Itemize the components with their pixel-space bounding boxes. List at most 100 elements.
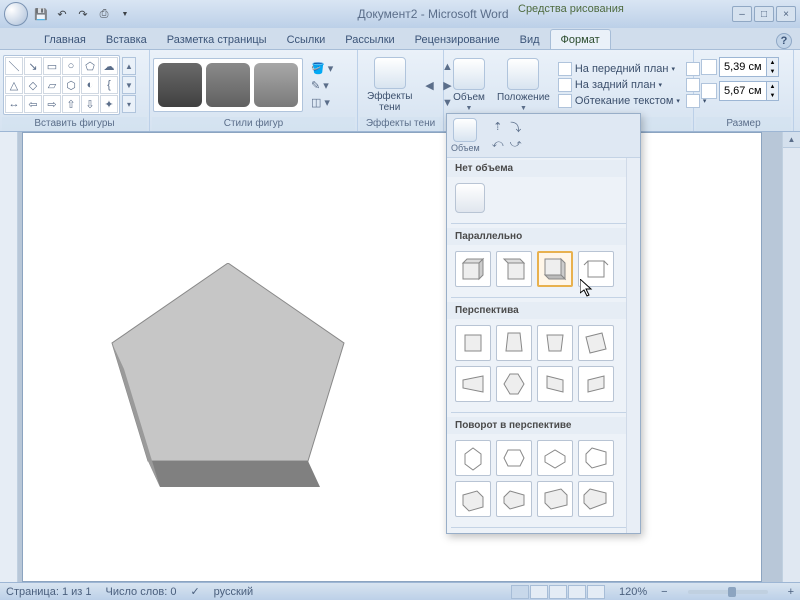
text-wrapping-button[interactable]: Обтекание текстом▾ [558, 94, 680, 108]
tab-review[interactable]: Рецензирование [405, 30, 510, 49]
shapes-gallery[interactable]: ＼↘▭○⬠☁ △◇▱⬡◐{ ↔⇦⇨⇧⇩✦ [3, 55, 120, 115]
qat-dropdown-icon[interactable]: ▼ [116, 5, 134, 23]
ribbon: ＼↘▭○⬠☁ △◇▱⬡◐{ ↔⇦⇨⇧⇩✦ ▲ ▼ ▾ Вставить фигу… [0, 50, 800, 132]
status-zoom[interactable]: 120% [619, 586, 647, 598]
office-button[interactable] [4, 2, 28, 26]
rotate-option-3[interactable] [537, 440, 573, 476]
redo-icon[interactable]: ↷ [74, 5, 92, 23]
perspective-option-4[interactable] [578, 325, 614, 361]
context-tab-label: Средства рисования [508, 1, 634, 17]
change-shape-button[interactable]: ◫▾ [307, 95, 337, 110]
shape-outline-button[interactable]: ✎▾ [307, 78, 337, 93]
view-outline[interactable] [568, 585, 586, 599]
group-label-styles: Стили фигур [152, 117, 355, 131]
group-insert-shapes: ＼↘▭○⬠☁ △◇▱⬡◐{ ↔⇦⇨⇧⇩✦ ▲ ▼ ▾ Вставить фигу… [0, 50, 150, 131]
rotate-option-1[interactable] [455, 440, 491, 476]
status-page[interactable]: Страница: 1 из 1 [6, 586, 92, 598]
perspective-option-8[interactable] [578, 366, 614, 402]
mouse-cursor [580, 279, 594, 299]
zoom-slider[interactable] [688, 590, 768, 594]
shadow-effects-button[interactable]: Эффекты тени [361, 55, 418, 115]
perspective-option-2[interactable] [496, 325, 532, 361]
gallery-down-icon[interactable]: ▼ [122, 76, 136, 94]
tab-mailings[interactable]: Рассылки [335, 30, 404, 49]
section-parallel: Параллельно [447, 228, 640, 245]
menu-scrollbar[interactable] [626, 158, 640, 533]
style-gallery[interactable] [153, 58, 303, 112]
perspective-option-3[interactable] [537, 325, 573, 361]
menu-3d-color[interactable]: ◧Цвет объемной фигуры▶ [447, 530, 640, 533]
tilt-left-icon: ⤺ [490, 137, 506, 153]
rotate-option-8[interactable] [578, 481, 614, 517]
height-icon [701, 59, 717, 75]
view-full-screen[interactable] [530, 585, 548, 599]
volume-dropdown: Объем ⇡⤵ ⤺⤻ Нет объема Параллельно Персп… [446, 113, 641, 534]
group-label-shadow: Эффекты тени [360, 117, 441, 131]
rotate-option-4[interactable] [578, 440, 614, 476]
send-to-back-button[interactable]: На задний план▾ [558, 78, 680, 92]
view-web-layout[interactable] [549, 585, 567, 599]
workspace: ▲ [0, 132, 800, 582]
save-icon[interactable]: 💾 [32, 5, 50, 23]
cube-icon [453, 58, 485, 90]
height-input[interactable]: ▲▼ [719, 57, 779, 77]
section-no-volume: Нет объема [447, 160, 640, 177]
status-words[interactable]: Число слов: 0 [106, 586, 177, 598]
window-title: Документ2 - Microsoft Word [134, 7, 732, 21]
wrap-icon [558, 94, 572, 108]
rotate-option-2[interactable] [496, 440, 532, 476]
position-button[interactable]: Положение ▼ [491, 56, 556, 114]
zoom-in-button[interactable]: + [788, 586, 794, 598]
print-icon[interactable]: ⎙ [95, 5, 113, 23]
document-page[interactable] [22, 132, 762, 582]
vertical-ruler [0, 132, 18, 582]
pentagon-shape[interactable] [98, 263, 358, 501]
bucket-icon: 🪣 [311, 62, 325, 75]
view-draft[interactable] [587, 585, 605, 599]
group-label-shapes: Вставить фигуры [2, 117, 147, 131]
tab-view[interactable]: Вид [510, 30, 550, 49]
tab-format[interactable]: Формат [550, 29, 611, 49]
maximize-button[interactable]: □ [754, 6, 774, 22]
parallel-option-1[interactable] [455, 251, 491, 287]
bring-to-front-button[interactable]: На передний план▾ [558, 62, 680, 76]
tab-insert[interactable]: Вставка [96, 30, 157, 49]
width-input[interactable]: ▲▼ [719, 81, 779, 101]
undo-icon[interactable]: ↶ [53, 5, 71, 23]
scroll-up-icon[interactable]: ▲ [783, 132, 800, 148]
tab-home[interactable]: Главная [34, 30, 96, 49]
rotate-option-7[interactable] [537, 481, 573, 517]
tab-page-layout[interactable]: Разметка страницы [157, 30, 277, 49]
perspective-option-1[interactable] [455, 325, 491, 361]
view-print-layout[interactable] [511, 585, 529, 599]
view-buttons [511, 585, 605, 599]
no-volume-option[interactable] [455, 183, 485, 213]
parallel-option-3[interactable] [537, 251, 573, 287]
rotate-option-5[interactable] [455, 481, 491, 517]
cube-icon [453, 118, 477, 142]
mini-volume-button[interactable]: Объем [451, 118, 480, 153]
gallery-more-icon[interactable]: ▾ [122, 95, 136, 113]
parallel-option-2[interactable] [496, 251, 532, 287]
perspective-option-7[interactable] [537, 366, 573, 402]
zoom-out-button[interactable]: − [661, 586, 667, 598]
tilt-right-icon: ⤵ [508, 119, 524, 135]
rotate-option-6[interactable] [496, 481, 532, 517]
close-button[interactable]: × [776, 6, 796, 22]
volume-button[interactable]: Объем ▼ [447, 56, 491, 114]
section-rotate-perspective: Поворот в перспективе [447, 417, 640, 434]
tilt-controls[interactable]: ⇡⤵ ⤺⤻ [490, 119, 524, 153]
help-icon[interactable]: ? [776, 33, 792, 49]
group-shadow-effects: Эффекты тени ▲ ◀▶ ▼ Эффекты тени [358, 50, 444, 131]
shape-icon: ◫ [311, 96, 321, 109]
status-proof-icon[interactable]: ✓ [190, 585, 199, 598]
tab-references[interactable]: Ссылки [277, 30, 336, 49]
status-language[interactable]: русский [214, 586, 253, 598]
gallery-up-icon[interactable]: ▲ [122, 57, 136, 75]
shape-fill-button[interactable]: 🪣▾ [307, 61, 337, 76]
perspective-option-6[interactable] [496, 366, 532, 402]
perspective-option-5[interactable] [455, 366, 491, 402]
tilt-down-icon: ⤻ [508, 137, 524, 153]
minimize-button[interactable]: – [732, 6, 752, 22]
vertical-scrollbar[interactable]: ▲ [782, 132, 800, 582]
